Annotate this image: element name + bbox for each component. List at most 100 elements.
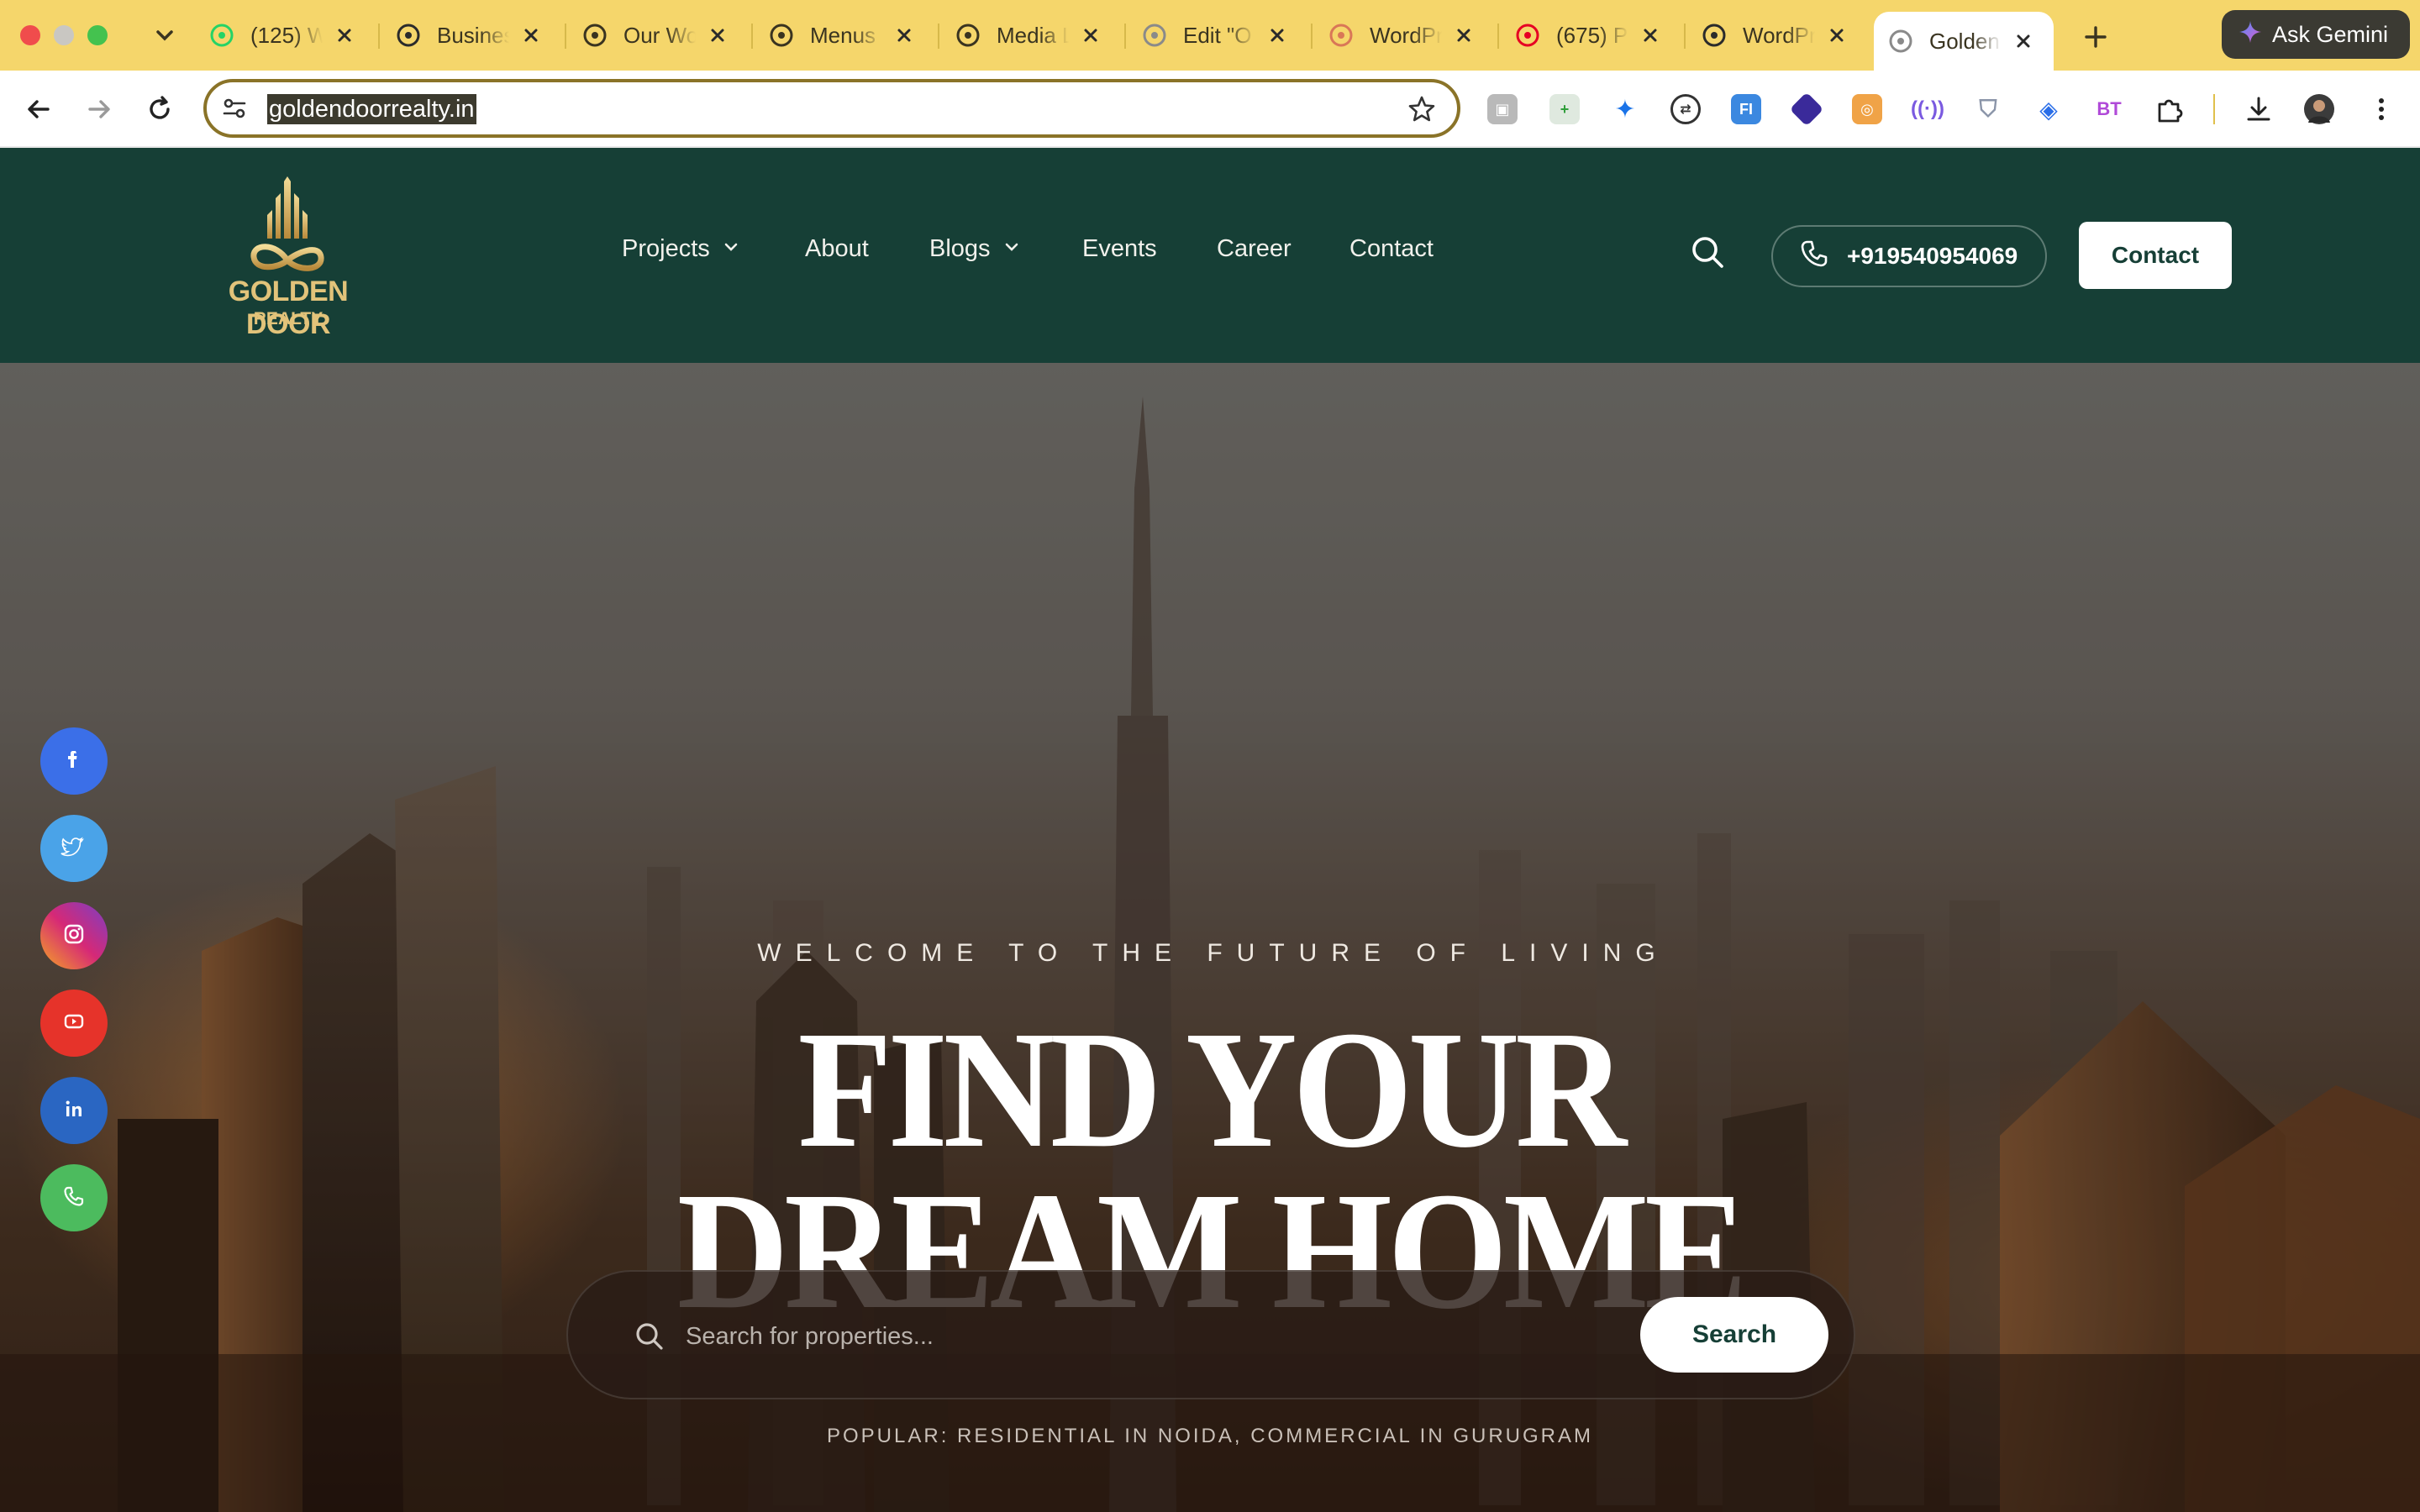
nav-item-about[interactable]: About xyxy=(805,235,869,263)
chevron-down-icon xyxy=(722,235,740,263)
browser-tab[interactable]: (125) W xyxy=(195,12,375,59)
popular-searches: POPULAR: RESIDENTIAL IN NOIDA, COMMERCIA… xyxy=(827,1425,1593,1447)
phone-icon xyxy=(1800,239,1828,274)
tab-separator xyxy=(1311,24,1313,49)
browser-tab[interactable]: Golden xyxy=(1874,12,2054,71)
nav-item-blogs[interactable]: Blogs xyxy=(929,235,1021,263)
tab-separator xyxy=(751,24,753,49)
browser-tab[interactable]: Our Work xyxy=(568,12,748,59)
browser-tab[interactable]: Media Library xyxy=(941,12,1121,59)
extension-orange-icon[interactable]: ◎ xyxy=(1852,94,1882,124)
openai-icon xyxy=(1701,22,1728,49)
hero-section: WELCOME TO THE FUTURE OF LIVING FIND YOU… xyxy=(0,363,2420,1512)
forward-arrow-icon[interactable] xyxy=(79,89,119,129)
extension-copy-icon[interactable]: ▣ xyxy=(1487,94,1518,124)
nav-item-label: About xyxy=(805,235,869,262)
wordpress-icon xyxy=(955,22,981,49)
profile-avatar[interactable] xyxy=(2304,94,2334,124)
twitter-link[interactable] xyxy=(40,815,108,882)
ask-gemini-button[interactable]: Ask Gemini xyxy=(2222,10,2410,59)
tab-close-icon[interactable] xyxy=(1267,25,1287,45)
site-header: GOLDEN DOOR REALTY Projects About Blogs Eve… xyxy=(0,148,2420,363)
tab-separator xyxy=(938,24,939,49)
nav-item-projects[interactable]: Projects xyxy=(622,235,740,263)
phone-call-button[interactable]: +919540954069 xyxy=(1771,225,2047,287)
search-icon xyxy=(634,1320,666,1352)
extension-bt-icon[interactable]: BT xyxy=(2094,94,2124,124)
browser-tab[interactable]: WordPress xyxy=(1687,12,1867,59)
tab-close-icon[interactable] xyxy=(2013,31,2033,51)
site-settings-icon[interactable] xyxy=(220,94,249,123)
nav-item-label: Events xyxy=(1082,235,1157,262)
bookmark-star-icon[interactable] xyxy=(1407,94,1437,124)
tab-close-icon[interactable] xyxy=(894,25,914,45)
facebook-link[interactable] xyxy=(40,727,108,795)
linkedin-icon xyxy=(57,1092,91,1130)
browser-tab-title: Golden xyxy=(1929,28,2000,54)
download-icon[interactable] xyxy=(2244,94,2274,124)
extension-broadcast-icon[interactable]: ((·)) xyxy=(1911,94,1944,124)
phone-number: +919540954069 xyxy=(1847,243,2018,269)
extension-shield-icon[interactable]: ⛉ xyxy=(1973,94,2003,124)
tab-close-icon[interactable] xyxy=(1454,25,1474,45)
browser-toolbar: goldendoorrealty.in ▣ + ✦ ⇄ FI ◎ ((·)) ⛉… xyxy=(0,71,2420,148)
extension-add-icon[interactable]: + xyxy=(1549,94,1580,124)
hero-headline-line1: FIND YOUR xyxy=(797,997,1627,1183)
nav-item-label: Blogs xyxy=(929,235,991,262)
browser-tab[interactable]: Menus xyxy=(755,12,934,59)
extensions-puzzle-icon[interactable] xyxy=(2154,94,2185,124)
contact-button[interactable]: Contact xyxy=(2079,222,2232,289)
browser-tab-title: Menus xyxy=(810,22,876,48)
browser-tab-title: Media Library xyxy=(997,22,1069,48)
extension-circle-icon[interactable]: ⇄ xyxy=(1670,94,1701,124)
tab-close-icon[interactable] xyxy=(1081,25,1101,45)
browser-tab-title: WordPress xyxy=(1370,22,1442,48)
header-search-icon[interactable] xyxy=(1689,234,1726,270)
browser-tab-title: WordPress xyxy=(1743,22,1815,48)
minimize-window-button[interactable] xyxy=(54,25,74,45)
tab-separator xyxy=(565,24,566,49)
more-menu-icon[interactable] xyxy=(2366,94,2396,124)
tab-close-icon[interactable] xyxy=(708,25,728,45)
address-bar[interactable]: goldendoorrealty.in xyxy=(203,79,1460,138)
extension-puzzle-icon[interactable]: ✦ xyxy=(1610,94,1640,124)
new-tab-button[interactable] xyxy=(2077,18,2114,55)
back-arrow-icon[interactable] xyxy=(18,89,59,129)
browser-tab[interactable]: WordPress xyxy=(1314,12,1494,59)
claude-icon xyxy=(1328,22,1355,49)
tab-search-chevron-icon[interactable] xyxy=(148,18,182,52)
tab-separator xyxy=(378,24,380,49)
reload-icon[interactable] xyxy=(139,89,180,129)
close-window-button[interactable] xyxy=(20,25,40,45)
browser-tab-title: Business xyxy=(437,22,509,48)
browser-tab[interactable]: (675) P xyxy=(1501,12,1681,59)
tab-close-icon[interactable] xyxy=(1640,25,1660,45)
browser-tab[interactable]: Business xyxy=(381,12,561,59)
tab-close-icon[interactable] xyxy=(334,25,355,45)
tab-close-icon[interactable] xyxy=(521,25,541,45)
chevron-down-icon xyxy=(1002,235,1021,263)
search-button[interactable]: Search xyxy=(1640,1297,1828,1373)
logo-building-icon xyxy=(250,176,324,271)
extension-diamond-icon[interactable] xyxy=(1789,92,1824,127)
extension-tag-icon[interactable]: ◈ xyxy=(2033,94,2064,124)
extension-fi-icon[interactable]: FI xyxy=(1731,94,1761,124)
phone-icon xyxy=(57,1179,91,1217)
website-viewport: GOLDEN DOOR REALTY Projects About Blogs Eve… xyxy=(0,148,2420,1512)
ask-gemini-label: Ask Gemini xyxy=(2272,21,2389,47)
tab-separator xyxy=(1497,24,1499,49)
maximize-window-button[interactable] xyxy=(87,25,108,45)
twitter-icon xyxy=(57,830,91,868)
tab-separator xyxy=(1124,24,1126,49)
toolbar-divider xyxy=(2213,94,2215,124)
nav-item-career[interactable]: Career xyxy=(1217,235,1292,263)
url-text[interactable]: goldendoorrealty.in xyxy=(267,94,476,124)
hero-eyebrow: WELCOME TO THE FUTURE OF LIVING xyxy=(757,939,1670,967)
browser-tab[interactable]: Edit "O xyxy=(1128,12,1307,59)
nav-item-contact[interactable]: Contact xyxy=(1349,235,1434,263)
golden-door-logo[interactable]: GOLDEN DOOR REALTY xyxy=(183,176,393,341)
property-search-input[interactable] xyxy=(686,1314,1576,1359)
tab-close-icon[interactable] xyxy=(1827,25,1847,45)
nav-item-events[interactable]: Events xyxy=(1082,235,1157,263)
globe-icon xyxy=(1887,28,1914,55)
